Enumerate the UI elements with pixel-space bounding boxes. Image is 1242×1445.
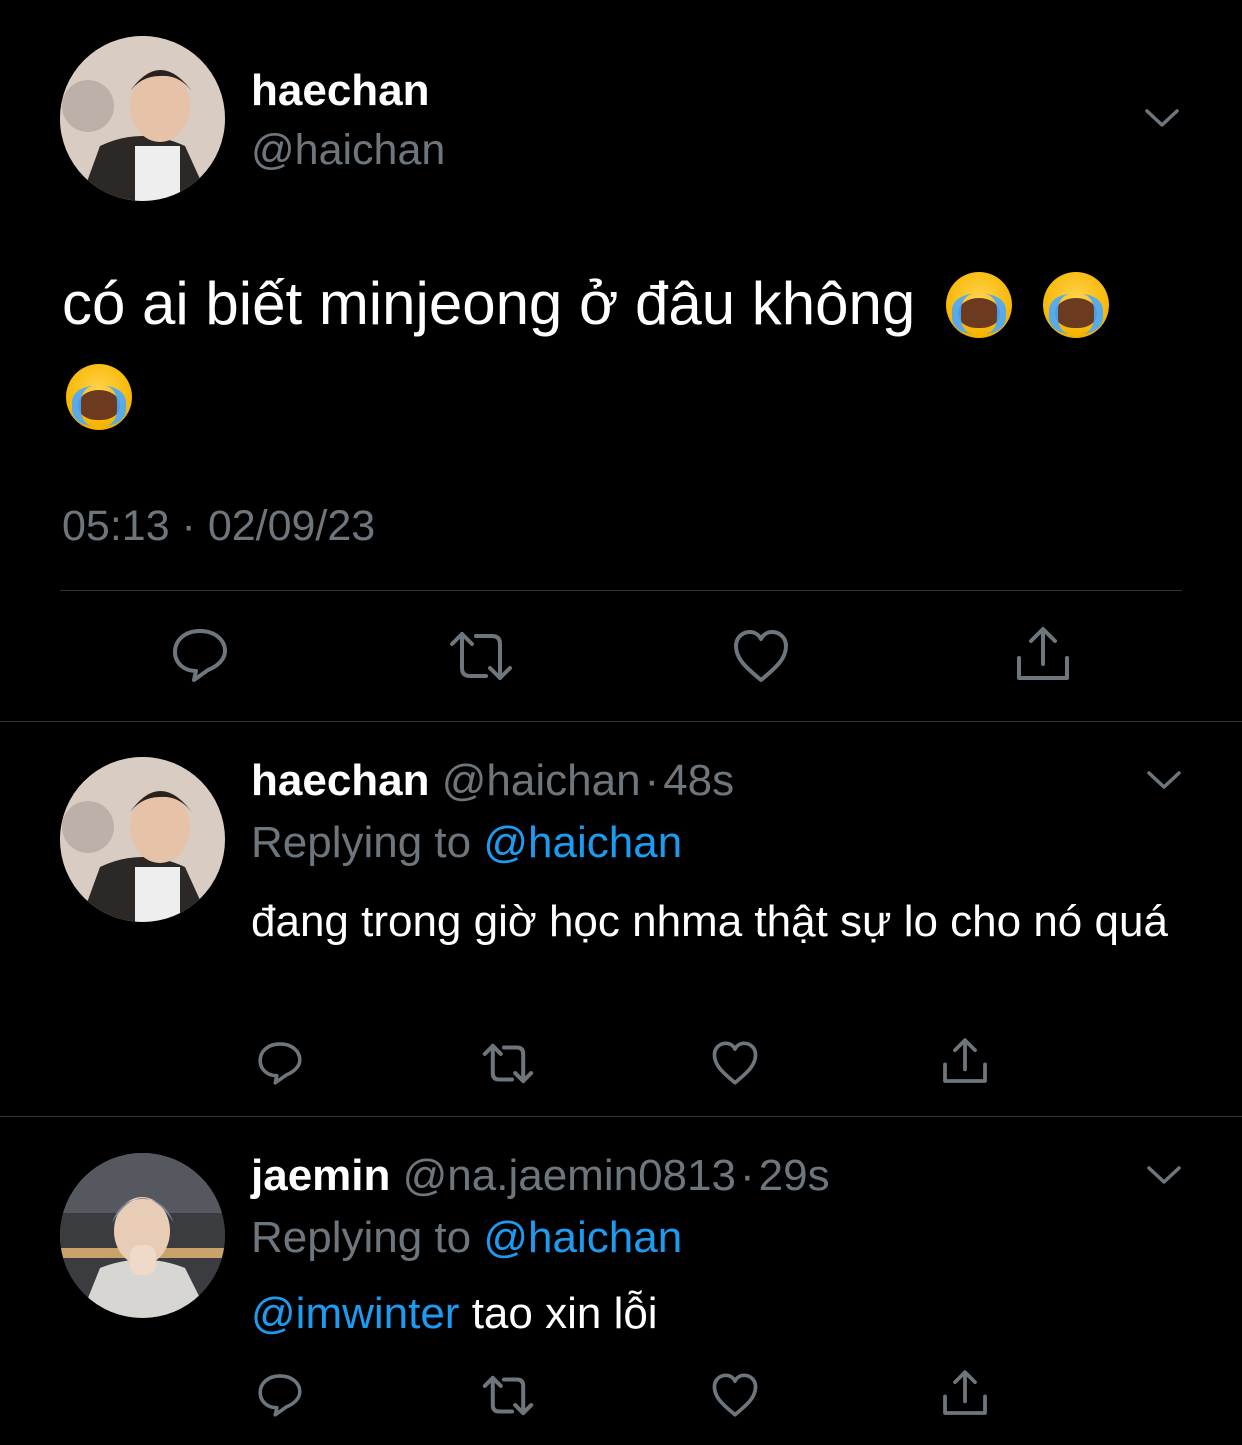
reply-time[interactable]: 29s [759,1151,830,1200]
divider [0,1116,1242,1117]
avatar-haechan[interactable] [60,36,225,201]
reply-header: haechan @haichan·48s [251,755,734,807]
reply-icon[interactable] [256,1040,304,1086]
reply-time[interactable]: 48s [663,756,734,805]
handle[interactable]: @haichan [442,756,641,805]
loudly-crying-face-icon [1042,272,1109,338]
tweet-text: có ai biết minjeong ở đâu không [62,258,1182,442]
share-icon[interactable] [940,1368,990,1418]
tweet-text-content: có ai biết minjeong ở đâu không [62,270,916,337]
heart-icon[interactable] [711,1372,759,1418]
chevron-down-icon[interactable] [1142,104,1182,132]
share-icon[interactable] [940,1036,990,1086]
loudly-crying-face-icon [66,364,132,430]
retweet-icon[interactable] [480,1041,536,1086]
separator: · [739,1151,755,1200]
replying-label: Replying to [251,1213,472,1262]
timestamp[interactable]: 05:13 · 02/09/23 [62,500,375,552]
display-name[interactable]: haechan [251,756,430,805]
reply-header: jaemin @na.jaemin0813·29s [251,1150,830,1202]
loudly-crying-face-icon [945,272,1012,338]
heart-icon[interactable] [711,1040,759,1086]
replying-to: Replying to @haichan [251,1212,682,1264]
handle[interactable]: @na.jaemin0813 [403,1151,736,1200]
share-icon[interactable] [1013,624,1073,684]
reply-text-line: @imwinter tao xin lỗi [251,1286,658,1342]
reply-text: đang trong giờ học nhma thật sự lo cho n… [251,897,1168,946]
heart-icon[interactable] [732,628,790,684]
divider [60,590,1182,591]
handle[interactable]: @haichan [251,125,445,175]
reply-text: tao xin lỗi [471,1289,658,1338]
reply-icon[interactable] [256,1372,304,1418]
chevron-down-icon[interactable] [1144,766,1184,794]
retweet-icon[interactable] [480,1373,536,1418]
chevron-down-icon[interactable] [1144,1161,1184,1189]
avatar-haechan[interactable] [60,757,225,922]
display-name[interactable]: haechan [251,66,430,116]
divider [0,721,1242,722]
replying-to: Replying to @haichan [251,817,682,869]
replying-label: Replying to [251,818,472,867]
retweet-icon[interactable] [446,628,516,684]
replying-handle-link[interactable]: @haichan [483,1213,682,1262]
replying-handle-link[interactable]: @haichan [483,818,682,867]
display-name[interactable]: jaemin [251,1151,390,1200]
separator: · [644,756,660,805]
avatar-jaemin[interactable] [60,1153,225,1318]
reply-icon[interactable] [170,626,230,684]
mention-link[interactable]: @imwinter [251,1289,459,1338]
